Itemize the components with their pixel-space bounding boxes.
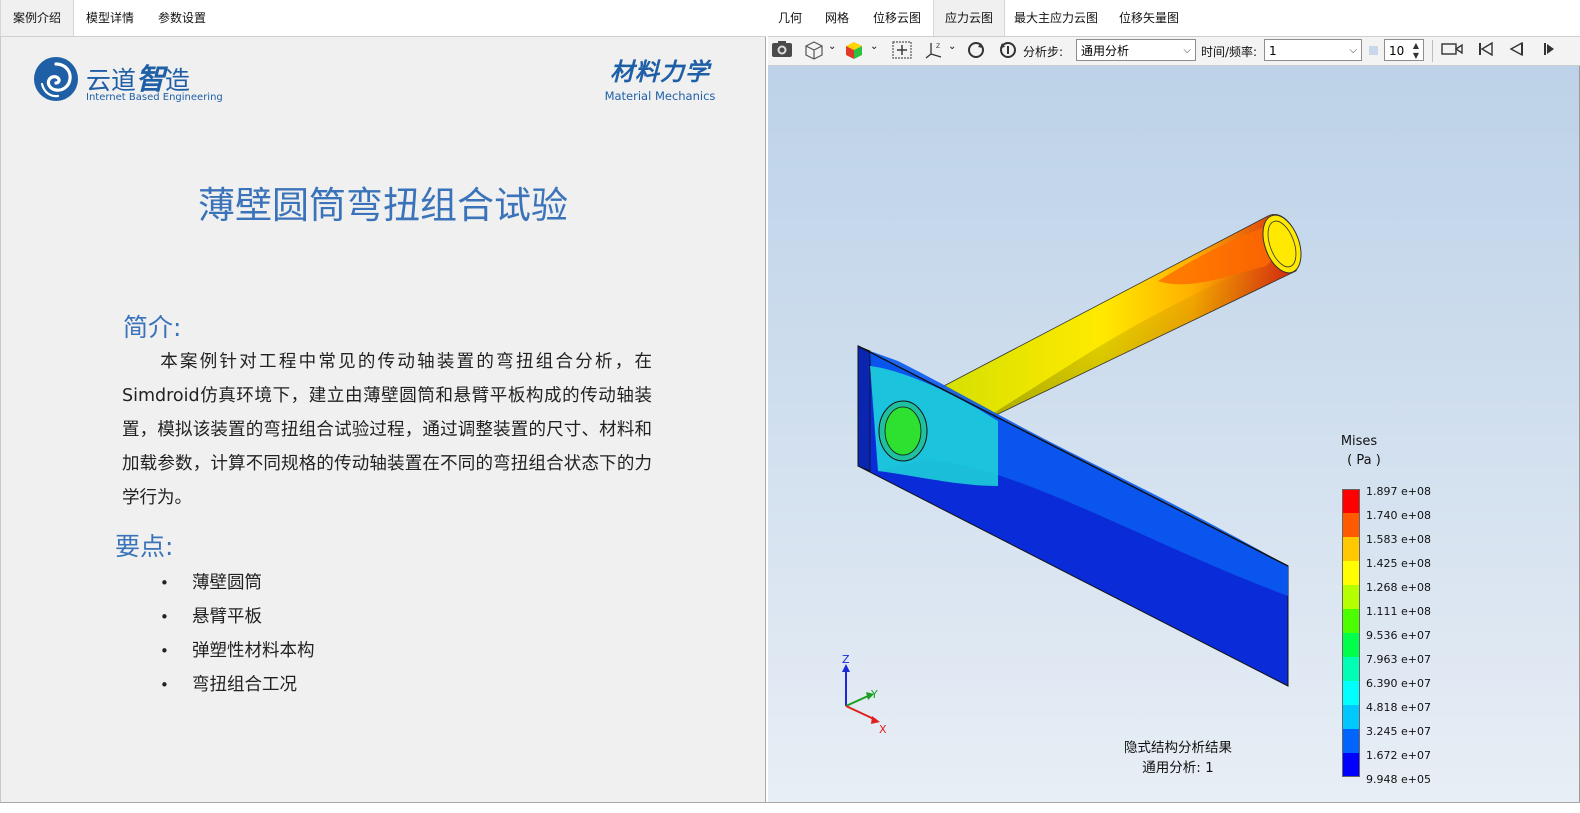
right-tab-bar: 几何 网格 位移云图 应力云图 最大主应力云图 位移矢量图 xyxy=(768,0,1580,37)
legend-color-swatch xyxy=(1342,633,1360,657)
legend-color-swatch xyxy=(1342,753,1360,777)
chevron-down-icon[interactable]: ⌄ xyxy=(870,41,878,52)
color-cube-icon[interactable] xyxy=(842,40,866,62)
legend-color-swatch xyxy=(1342,705,1360,729)
tab-mesh[interactable]: 网格 xyxy=(814,0,860,36)
frame-count-stepper[interactable]: 10 ▲ ▼ xyxy=(1384,39,1424,61)
legend-value-label: 9.536 e+07 xyxy=(1366,629,1431,642)
tab-displacement-contour[interactable]: 位移云图 xyxy=(862,0,932,36)
key-points-list: • 薄壁圆筒 • 悬臂平板 • 弹塑性材料本构 • 弯扭组合工况 xyxy=(160,566,460,702)
legend-color-swatch xyxy=(1342,585,1360,609)
course-logo: 材料力学 Material Mechanics xyxy=(600,52,720,103)
time-label: 时间/频率: xyxy=(1201,45,1258,59)
legend-color-swatch xyxy=(1342,561,1360,585)
logo-cn-text-1: 云道 xyxy=(86,66,137,95)
axis-x-label: X xyxy=(879,723,887,736)
tab-parameter-settings[interactable]: 参数设置 xyxy=(146,0,218,36)
course-logo-cn: 材料力学 xyxy=(610,58,710,86)
result-caption-line2: 通用分析: 1 xyxy=(1142,760,1214,776)
chevron-down-icon[interactable]: ⌄ xyxy=(948,41,956,52)
frame-square-icon xyxy=(1369,46,1378,55)
legend-value-label: 6.390 e+07 xyxy=(1366,677,1431,690)
camera-icon[interactable] xyxy=(770,40,794,62)
legend-unit: ( Pa ) xyxy=(1347,453,1381,468)
list-item: • 悬臂平板 xyxy=(160,607,262,627)
logo-en-text: Internet Based Engineering xyxy=(86,92,223,103)
svg-text:Z: Z xyxy=(936,43,940,50)
list-item: • 薄壁圆筒 xyxy=(160,573,262,593)
intro-heading: 简介: xyxy=(123,313,182,342)
tab-model-details[interactable]: 模型详情 xyxy=(74,0,146,36)
tab-stress-contour[interactable]: 应力云图 xyxy=(933,0,1005,36)
stress-contour-model: Z Y X xyxy=(842,214,1302,736)
legend-value-label: 1.268 e+08 xyxy=(1366,581,1431,594)
tab-max-principal-stress[interactable]: 最大主应力云图 xyxy=(1006,0,1106,36)
intro-paragraph: 本案例针对工程中常见的传动轴装置的弯扭组合分析，在Simdroid仿真环境下，建… xyxy=(122,345,652,515)
axis-triad: Z Y X xyxy=(842,653,887,736)
toolbar-divider xyxy=(1432,40,1433,62)
axis-icon[interactable]: Z xyxy=(922,40,946,62)
legend-value-label: 1.111 e+08 xyxy=(1366,605,1431,618)
page-title: 薄壁圆筒弯扭组合试验 xyxy=(198,184,568,227)
legend-value-label: 4.818 e+07 xyxy=(1366,701,1431,714)
logo-cn-text-2: 智 xyxy=(136,62,166,96)
swirl-logo-icon xyxy=(34,57,78,101)
legend-value-label: 1.740 e+08 xyxy=(1366,509,1431,522)
result-caption-line1: 隐式结构分析结果 xyxy=(1124,740,1232,756)
legend-color-swatch xyxy=(1342,729,1360,753)
legend-value-label: 1.672 e+07 xyxy=(1366,749,1431,762)
legend-color-swatch xyxy=(1342,609,1360,633)
legend-value-label: 3.245 e+07 xyxy=(1366,725,1431,738)
fit-view-icon[interactable] xyxy=(890,40,914,62)
tab-case-intro[interactable]: 案例介绍 xyxy=(0,0,74,36)
plate-hole xyxy=(884,406,922,456)
course-logo-en: Material Mechanics xyxy=(604,89,716,103)
legend-title: Mises xyxy=(1340,434,1378,449)
rotate-icon[interactable] xyxy=(964,40,988,62)
chevron-down-icon: ⌵ xyxy=(1183,45,1191,56)
record-icon[interactable] xyxy=(1440,40,1464,62)
legend-value-label: 1.897 e+08 xyxy=(1366,485,1431,498)
legend-value-label: 1.425 e+08 xyxy=(1366,557,1431,570)
next-frame-icon[interactable] xyxy=(1542,40,1556,62)
legend-color-swatch xyxy=(1342,537,1360,561)
axis-y-label: Y xyxy=(870,688,878,701)
prev-frame-icon[interactable] xyxy=(1504,40,1528,62)
cube-view-icon[interactable] xyxy=(802,40,826,62)
color-legend: 1.897 e+08 1.740 e+08 1.583 e+08 1.425 e+08… xyxy=(1342,485,1452,789)
step-label: 分析步: xyxy=(1023,45,1064,59)
list-item: • 弯扭组合工况 xyxy=(160,675,297,695)
reset-rotate-icon[interactable] xyxy=(996,40,1020,62)
chevron-down-icon: ⌵ xyxy=(1349,45,1357,56)
stepper-arrows-icon: ▲ ▼ xyxy=(1412,41,1419,60)
list-item: • 弹塑性材料本构 xyxy=(160,641,315,661)
left-tab-bar: 案例介绍 模型详情 参数设置 xyxy=(0,0,766,37)
plate-side-face xyxy=(857,345,871,472)
tab-geometry[interactable]: 几何 xyxy=(768,0,812,36)
chevron-down-icon[interactable]: ⌄ xyxy=(828,41,836,52)
legend-color-swatch xyxy=(1342,489,1360,513)
legend-color-swatch xyxy=(1342,513,1360,537)
legend-value-label: 1.583 e+08 xyxy=(1366,533,1431,546)
tab-displacement-vector[interactable]: 位移矢量图 xyxy=(1112,0,1186,36)
axis-z-label: Z xyxy=(842,653,850,666)
3d-viewport[interactable]: Z Y X Mises ( Pa ) 1.897 e+08 1.740 e+08 1… xyxy=(768,66,1579,802)
intro-paragraph-text: 本案例针对工程中常见的传动轴装置的弯扭组合分析，在Simdroid仿真环境下，建… xyxy=(122,352,652,508)
viewer-toolbar: ⌄ ⌄ Z ⌄ 分析步: 通用分析 ⌵ 时间/频率: 1 ⌵ 10 ▲ ▼ xyxy=(768,37,1580,66)
points-heading: 要点: xyxy=(115,532,174,561)
time-select[interactable]: 1 ⌵ xyxy=(1264,39,1362,61)
legend-color-swatch xyxy=(1342,681,1360,705)
first-frame-icon[interactable] xyxy=(1474,40,1498,62)
company-logo: 云道智造 Internet Based Engineering xyxy=(32,52,232,108)
analysis-step-select[interactable]: 通用分析 ⌵ xyxy=(1076,39,1196,61)
status-strip xyxy=(0,802,1580,813)
legend-value-label: 9.948 e+05 xyxy=(1366,773,1431,786)
logo-cn-text-3: 造 xyxy=(165,66,191,95)
legend-value-label: 7.963 e+07 xyxy=(1366,653,1431,666)
legend-color-swatch xyxy=(1342,657,1360,681)
